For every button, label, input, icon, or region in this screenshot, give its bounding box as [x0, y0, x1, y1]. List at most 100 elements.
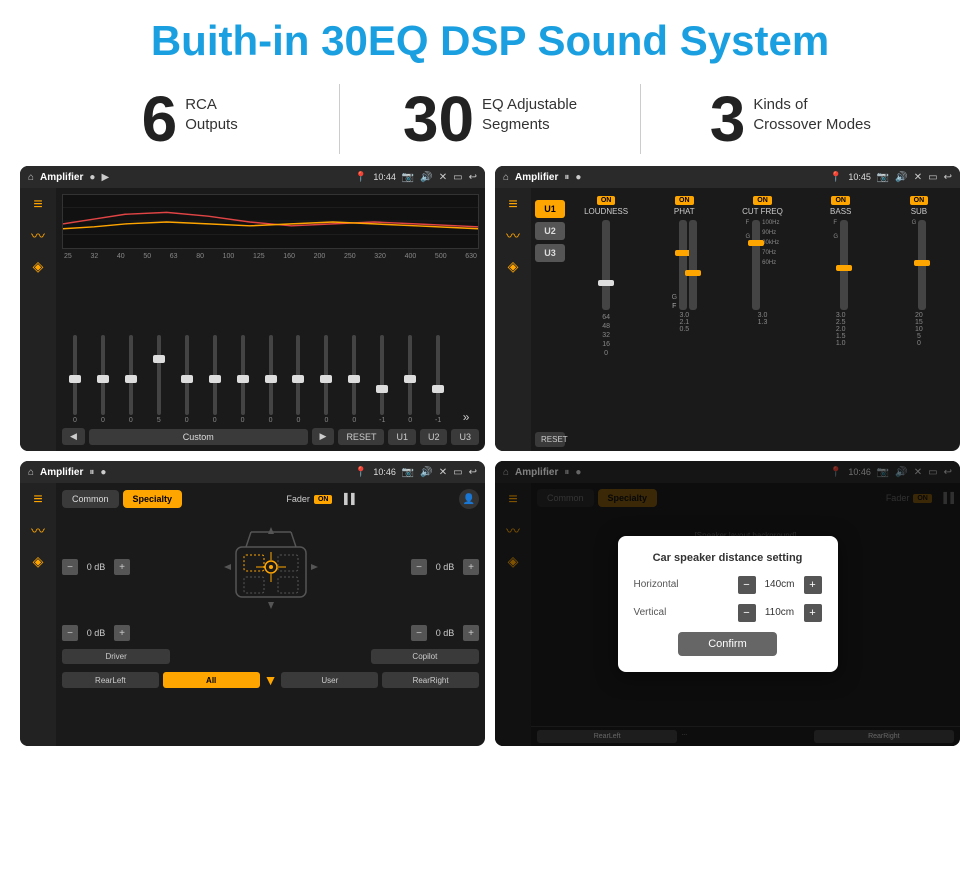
sub-slider[interactable]: [918, 220, 926, 310]
eq-slider-0[interactable]: 0: [62, 335, 88, 424]
vertical-plus[interactable]: +: [804, 604, 822, 622]
dot-icon-2: ●: [575, 172, 581, 183]
vol-icon-3[interactable]: 🔊: [420, 467, 432, 478]
rearright-btn[interactable]: RearRight: [382, 672, 479, 688]
left-bottom-minus[interactable]: −: [62, 625, 78, 641]
confirm-button[interactable]: Confirm: [678, 632, 777, 656]
vol-icon-2[interactable]: 🔊: [895, 172, 907, 183]
eq-slider-2[interactable]: 0: [118, 335, 144, 424]
wave-icon-3[interactable]: 〰: [31, 521, 45, 541]
u3-btn[interactable]: U3: [451, 429, 479, 445]
next-btn[interactable]: ▶: [312, 428, 335, 445]
eq-slider-12[interactable]: 0: [397, 335, 423, 424]
minimize-icon-2[interactable]: ▭: [928, 172, 937, 183]
rearleft-btn[interactable]: RearLeft: [62, 672, 159, 688]
phat-on[interactable]: ON: [675, 196, 694, 205]
copilot-btn[interactable]: Copilot: [371, 649, 479, 664]
minimize-icon-3[interactable]: ▭: [453, 467, 462, 478]
u2-btn[interactable]: U2: [420, 429, 448, 445]
close-icon-3[interactable]: ✕: [439, 467, 447, 478]
cam-icon-3[interactable]: 📷: [402, 467, 414, 478]
more-icon[interactable]: »: [453, 410, 479, 424]
page-title: Buith-in 30EQ DSP Sound System: [20, 18, 960, 64]
driver-btn[interactable]: Driver: [62, 649, 170, 664]
left-top-plus[interactable]: +: [114, 559, 130, 575]
custom-label[interactable]: Custom: [89, 429, 308, 445]
right-bottom-minus[interactable]: −: [411, 625, 427, 641]
eq-slider-5[interactable]: 0: [202, 335, 228, 424]
bass-label: BASS: [830, 207, 851, 216]
status-bar-2: ⌂ Amplifier ⏸ ● 📍 10:45 📷 🔊 ✕ ▭ ↩: [495, 166, 960, 188]
cutfreq-f-slider[interactable]: [752, 220, 760, 310]
fader-tab-row: Common Specialty Fader ON ▐▐ 👤: [62, 489, 479, 509]
phat-f-slider[interactable]: [689, 220, 697, 310]
user-btn[interactable]: User: [281, 672, 378, 688]
bass-slider[interactable]: [840, 220, 848, 310]
eq-slider-6[interactable]: 0: [230, 335, 256, 424]
phat-g-slider[interactable]: [679, 220, 687, 310]
reset-btn-eq[interactable]: RESET: [338, 429, 384, 445]
eq-slider-3[interactable]: 5: [146, 335, 172, 424]
cam-icon-2[interactable]: 📷: [877, 172, 889, 183]
eq-slider-8[interactable]: 0: [286, 335, 312, 424]
reset-crossover[interactable]: RESET: [535, 432, 565, 447]
all-btn[interactable]: All: [163, 672, 260, 688]
close-icon-1[interactable]: ✕: [439, 172, 447, 183]
cam-icon-1[interactable]: 📷: [402, 172, 414, 183]
minimize-icon-1[interactable]: ▭: [453, 172, 462, 183]
eq-icon[interactable]: ≡: [33, 196, 42, 214]
on-toggle[interactable]: ON: [314, 495, 333, 504]
fader-slider-icon[interactable]: ▐▐: [340, 494, 354, 505]
right-top-minus[interactable]: −: [411, 559, 427, 575]
specialty-tab[interactable]: Specialty: [123, 490, 183, 508]
speaker-icon[interactable]: ◈: [33, 258, 44, 275]
bottom-db-row: − 0 dB + − 0 dB +: [62, 625, 479, 641]
u3-preset[interactable]: U3: [535, 244, 565, 262]
close-icon-2[interactable]: ✕: [914, 172, 922, 183]
speaker-icon-3[interactable]: ◈: [33, 553, 44, 570]
u1-preset[interactable]: U1: [535, 200, 565, 218]
eq-panel: 2532 4050 6380 100125 160200 250320 4005…: [56, 188, 485, 451]
eq-slider-11[interactable]: -1: [369, 335, 395, 424]
down-arrow[interactable]: ▼: [264, 672, 278, 688]
right-bottom-plus[interactable]: +: [463, 625, 479, 641]
eq-icon-3[interactable]: ≡: [33, 491, 42, 509]
eq-slider-1[interactable]: 0: [90, 335, 116, 424]
home-icon-3[interactable]: ⌂: [28, 467, 34, 478]
loudness-on[interactable]: ON: [597, 196, 616, 205]
home-icon-2[interactable]: ⌂: [503, 172, 509, 183]
eq-icon-2[interactable]: ≡: [508, 196, 517, 214]
crossover-cols: ON LOUDNESS 64 48 32 16 0: [569, 192, 956, 447]
vertical-minus[interactable]: −: [738, 604, 756, 622]
prev-btn[interactable]: ◀: [62, 428, 85, 445]
back-icon-2[interactable]: ↩: [944, 172, 952, 183]
bass-on[interactable]: ON: [831, 196, 850, 205]
left-top-val: 0 dB: [82, 562, 110, 572]
back-icon-1[interactable]: ↩: [469, 172, 477, 183]
eq-slider-9[interactable]: 0: [313, 335, 339, 424]
u2-preset[interactable]: U2: [535, 222, 565, 240]
speaker-icon-2[interactable]: ◈: [508, 258, 519, 275]
horizontal-minus[interactable]: −: [738, 576, 756, 594]
vol-icon-1[interactable]: 🔊: [420, 172, 432, 183]
wave-icon[interactable]: 〰: [31, 226, 45, 246]
back-icon-3[interactable]: ↩: [469, 467, 477, 478]
wave-icon-2[interactable]: 〰: [506, 226, 520, 246]
cutfreq-on[interactable]: ON: [753, 196, 772, 205]
horizontal-plus[interactable]: +: [804, 576, 822, 594]
eq-slider-10[interactable]: 0: [341, 335, 367, 424]
user-icon[interactable]: 👤: [459, 489, 479, 509]
right-top-plus[interactable]: +: [463, 559, 479, 575]
play-icon-1[interactable]: ▶: [101, 172, 109, 183]
eq-slider-4[interactable]: 0: [174, 335, 200, 424]
left-top-minus[interactable]: −: [62, 559, 78, 575]
common-tab[interactable]: Common: [62, 490, 119, 508]
eq-slider-7[interactable]: 0: [258, 335, 284, 424]
loudness-slider[interactable]: [602, 220, 610, 310]
home-icon-1[interactable]: ⌂: [28, 172, 34, 183]
sub-on[interactable]: ON: [910, 196, 929, 205]
eq-slider-13[interactable]: -1: [425, 335, 451, 424]
left-bottom-plus[interactable]: +: [114, 625, 130, 641]
stat-label-crossover: Kinds ofCrossover Modes: [753, 87, 871, 134]
u1-btn[interactable]: U1: [388, 429, 416, 445]
